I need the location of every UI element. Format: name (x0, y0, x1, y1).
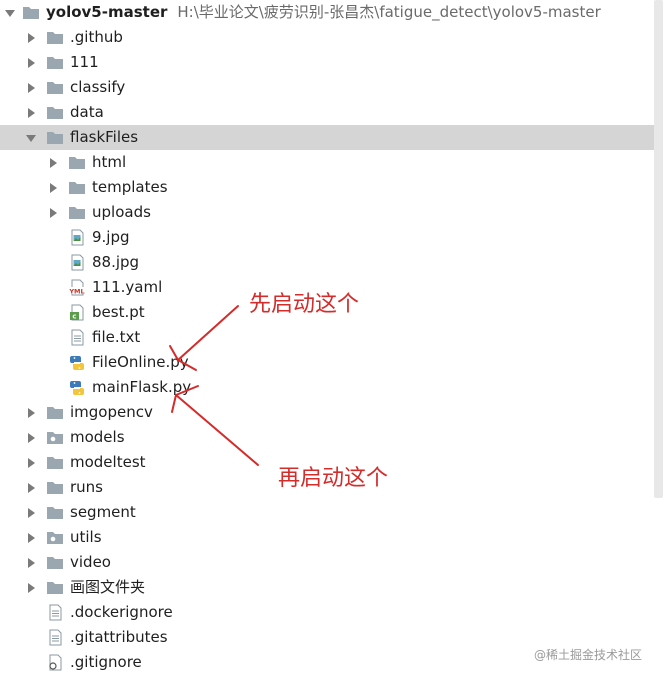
annotation-arrowhead-second-a (175, 385, 199, 396)
annotation-arrowhead-first-a (169, 345, 179, 361)
annotation-strokes (169, 305, 259, 466)
annotation-first-label: 先启动这个 (249, 292, 360, 317)
annotation-arrowhead-second-b (171, 394, 177, 413)
annotation-second-label: 再启动这个 (278, 466, 389, 491)
annotation-arrowhead-first-b (177, 359, 197, 371)
annotation-arrow-second (175, 394, 259, 466)
watermark: @稀土掘金技术社区 (534, 648, 643, 662)
annotation-arrow-first (177, 305, 239, 361)
